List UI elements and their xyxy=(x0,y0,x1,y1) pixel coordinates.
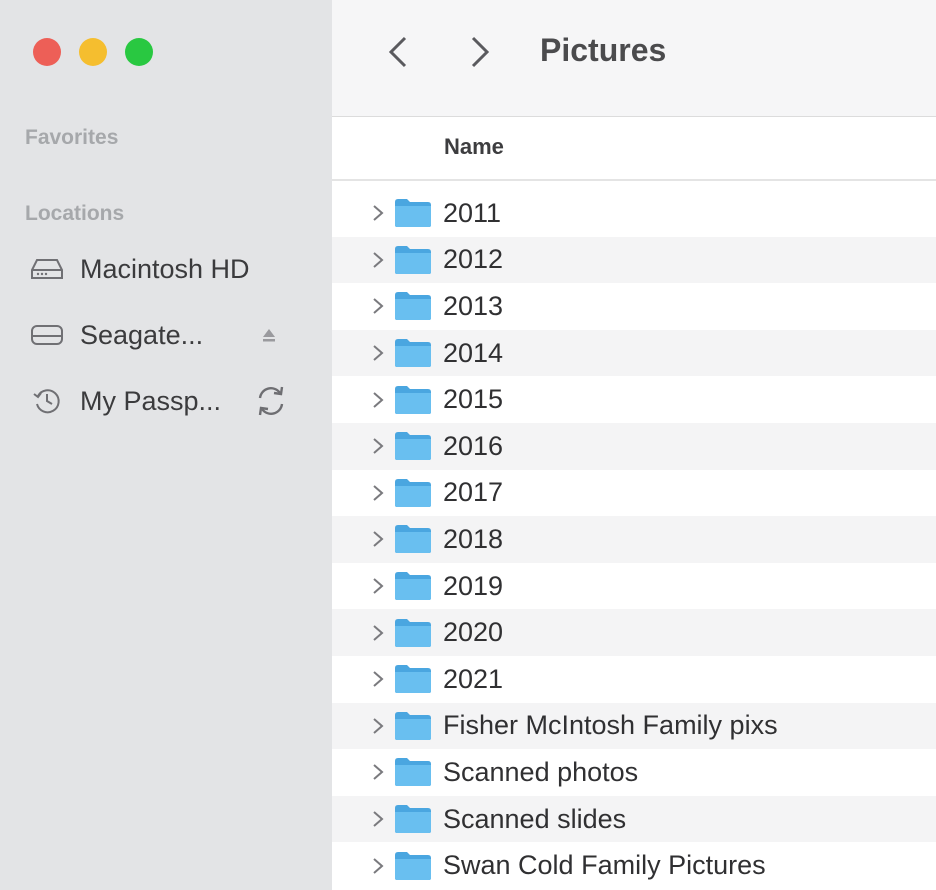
disclosure-chevron-icon[interactable] xyxy=(370,576,386,596)
sidebar-item-label: My Passp... xyxy=(80,385,222,416)
list-item-label: Swan Cold Family Pictures xyxy=(443,850,766,881)
disclosure-chevron-icon[interactable] xyxy=(370,716,386,736)
sidebar-item-label: Seagate... xyxy=(80,319,204,350)
list-item[interactable]: 2018 xyxy=(332,516,936,563)
disclosure-chevron-icon[interactable] xyxy=(370,669,386,689)
folder-icon xyxy=(394,478,432,508)
folder-icon xyxy=(394,291,432,321)
list-item[interactable]: 2017 xyxy=(332,470,936,517)
sidebar-section-favorites[interactable]: Favorites xyxy=(25,126,118,150)
disclosure-chevron-icon[interactable] xyxy=(370,390,386,410)
list-item[interactable]: 2013 xyxy=(332,283,936,330)
list-item-label: 2011 xyxy=(443,197,502,228)
external-drive-icon xyxy=(30,320,64,350)
list-item-label: 2017 xyxy=(443,477,504,508)
folder-icon xyxy=(394,757,432,787)
disclosure-chevron-icon[interactable] xyxy=(370,856,386,876)
sidebar-item-my-passport[interactable]: My Passp... xyxy=(30,381,284,421)
list-item[interactable]: 2020 xyxy=(332,609,936,656)
disclosure-chevron-icon[interactable] xyxy=(370,529,386,549)
toolbar: Pictures xyxy=(332,0,936,117)
minimize-button[interactable] xyxy=(79,38,107,66)
sidebar-section-locations[interactable]: Locations xyxy=(25,202,124,226)
folder-icon xyxy=(394,524,432,554)
list-item-label: 2019 xyxy=(443,570,504,601)
list-item-label: Scanned photos xyxy=(443,756,639,787)
sidebar-item-macintosh-hd[interactable]: Macintosh HD xyxy=(30,249,250,289)
list-item[interactable]: Scanned photos xyxy=(332,749,936,796)
list-item-label: 2016 xyxy=(443,430,504,461)
list-item[interactable]: Swan Cold Family Pictures xyxy=(332,842,936,889)
disclosure-chevron-icon[interactable] xyxy=(370,483,386,503)
disclosure-chevron-icon[interactable] xyxy=(370,809,386,829)
list-item[interactable]: 2015 xyxy=(332,376,936,423)
close-button[interactable] xyxy=(33,38,61,66)
folder-icon xyxy=(394,245,432,275)
column-header-name[interactable]: Name xyxy=(332,117,936,181)
disclosure-chevron-icon[interactable] xyxy=(370,762,386,782)
chevron-left-icon xyxy=(387,35,409,74)
folder-icon xyxy=(394,804,432,834)
folder-icon xyxy=(394,711,432,741)
list-item[interactable]: Scanned slides xyxy=(332,795,936,843)
disclosure-chevron-icon[interactable] xyxy=(370,343,386,363)
disclosure-chevron-icon[interactable] xyxy=(370,296,386,316)
sidebar: Favorites Locations Macintosh HD Seagate… xyxy=(0,0,332,890)
list-item-label: Fisher McIntosh Family pixs xyxy=(443,710,778,741)
list-item-label: 2018 xyxy=(443,523,504,554)
window-title: Pictures xyxy=(540,32,667,68)
list-item[interactable]: 2019 xyxy=(332,563,936,610)
eject-icon[interactable] xyxy=(258,324,280,346)
list-item-label: 2012 xyxy=(443,244,504,275)
list-item[interactable]: 2016 xyxy=(332,422,936,470)
folder-icon xyxy=(394,664,432,694)
folder-icon xyxy=(394,338,432,368)
sync-icon[interactable] xyxy=(252,384,290,418)
window-controls xyxy=(33,38,153,66)
list-item[interactable]: 2012 xyxy=(332,236,936,284)
internal-drive-icon xyxy=(30,254,64,284)
list-item[interactable]: 2014 xyxy=(332,329,936,377)
list-item-label: 2013 xyxy=(443,290,504,321)
sidebar-item-label: Macintosh HD xyxy=(80,253,250,284)
forward-button[interactable] xyxy=(462,34,498,74)
folder-icon xyxy=(394,198,432,228)
chevron-right-icon xyxy=(469,35,491,74)
disclosure-chevron-icon[interactable] xyxy=(370,623,386,643)
list-item-label: 2020 xyxy=(443,617,504,648)
folder-icon xyxy=(394,571,432,601)
disclosure-chevron-icon[interactable] xyxy=(370,203,386,223)
folder-icon xyxy=(394,618,432,648)
list-item[interactable]: Fisher McIntosh Family pixs xyxy=(332,702,936,750)
folder-icon xyxy=(394,851,432,881)
list-item-label: 2015 xyxy=(443,384,504,415)
back-button[interactable] xyxy=(380,34,416,74)
sidebar-item-seagate[interactable]: Seagate... xyxy=(30,315,275,355)
disclosure-chevron-icon[interactable] xyxy=(370,436,386,456)
file-list: 2011 2012 2013 2014 2015 2016 2017 2018 2019 2020… xyxy=(332,190,936,889)
file-browser: Pictures Name 2011 2012 2013 2014 2015 2016 20… xyxy=(332,0,936,890)
zoom-button[interactable] xyxy=(125,38,153,66)
folder-icon xyxy=(394,431,432,461)
list-item[interactable]: 2021 xyxy=(332,656,936,703)
list-item-label: Scanned slides xyxy=(443,803,627,834)
time-machine-icon xyxy=(30,386,64,416)
column-header-label: Name xyxy=(444,134,504,159)
disclosure-chevron-icon[interactable] xyxy=(370,250,386,270)
finder-window: Favorites Locations Macintosh HD Seagate… xyxy=(0,0,936,890)
list-item[interactable]: 2011 xyxy=(332,190,936,237)
folder-icon xyxy=(394,385,432,415)
list-item-label: 2014 xyxy=(443,337,504,368)
list-item-label: 2021 xyxy=(443,663,504,694)
